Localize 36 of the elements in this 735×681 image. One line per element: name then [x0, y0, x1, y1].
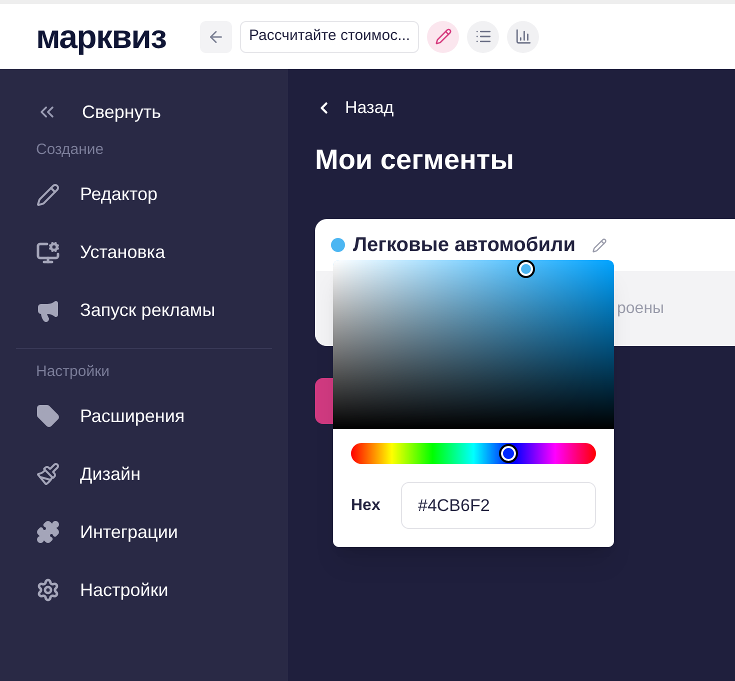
stats-tab[interactable]	[507, 20, 540, 52]
settings-icon	[36, 578, 60, 602]
page-title: Мои сегменты	[315, 143, 516, 177]
quiz-title-field[interactable]: Рассчитайте стоимос...	[240, 20, 420, 52]
brush-icon	[36, 462, 60, 486]
nav-item[interactable]: Интеграции	[36, 503, 272, 561]
back-link[interactable]: Назад	[315, 97, 735, 119]
color-thumb[interactable]	[516, 260, 535, 278]
nav-item[interactable]: Редактор	[36, 166, 272, 224]
saturation-area[interactable]	[333, 260, 614, 429]
section-heading: Настройки	[36, 362, 111, 382]
logo[interactable]: марквиз	[36, 12, 184, 62]
pencil-icon	[434, 28, 452, 45]
nav-item[interactable]: Установка	[36, 224, 272, 282]
window-gear-icon	[36, 240, 60, 264]
hue-thumb[interactable]	[498, 444, 518, 463]
nav-item[interactable]: Настройки	[36, 561, 272, 619]
nav-item[interactable]: Расширения	[36, 387, 272, 445]
megaphone-icon	[36, 298, 60, 322]
list-tab[interactable]	[467, 20, 500, 52]
collapse-button[interactable]: Свернуть	[36, 97, 272, 127]
pencil-icon	[36, 182, 60, 206]
puzzle-icon	[36, 520, 60, 544]
back-button[interactable]	[200, 20, 232, 52]
edit-tab[interactable]	[427, 20, 460, 52]
list-icon	[474, 28, 492, 45]
hue-slider[interactable]	[351, 443, 596, 464]
nav-item[interactable]: Дизайн	[36, 445, 272, 503]
bar-chart-icon	[514, 28, 532, 45]
nav-item[interactable]: Запуск рекламы	[36, 282, 272, 340]
segment-name: Легковые автомобили	[353, 233, 576, 258]
pencil-icon[interactable]	[592, 238, 607, 252]
segment-note: роены	[617, 298, 664, 318]
hex-label: Hex	[351, 496, 382, 516]
hex-input[interactable]: #4CB6F2	[401, 482, 596, 529]
section-heading: Создание	[36, 140, 105, 160]
